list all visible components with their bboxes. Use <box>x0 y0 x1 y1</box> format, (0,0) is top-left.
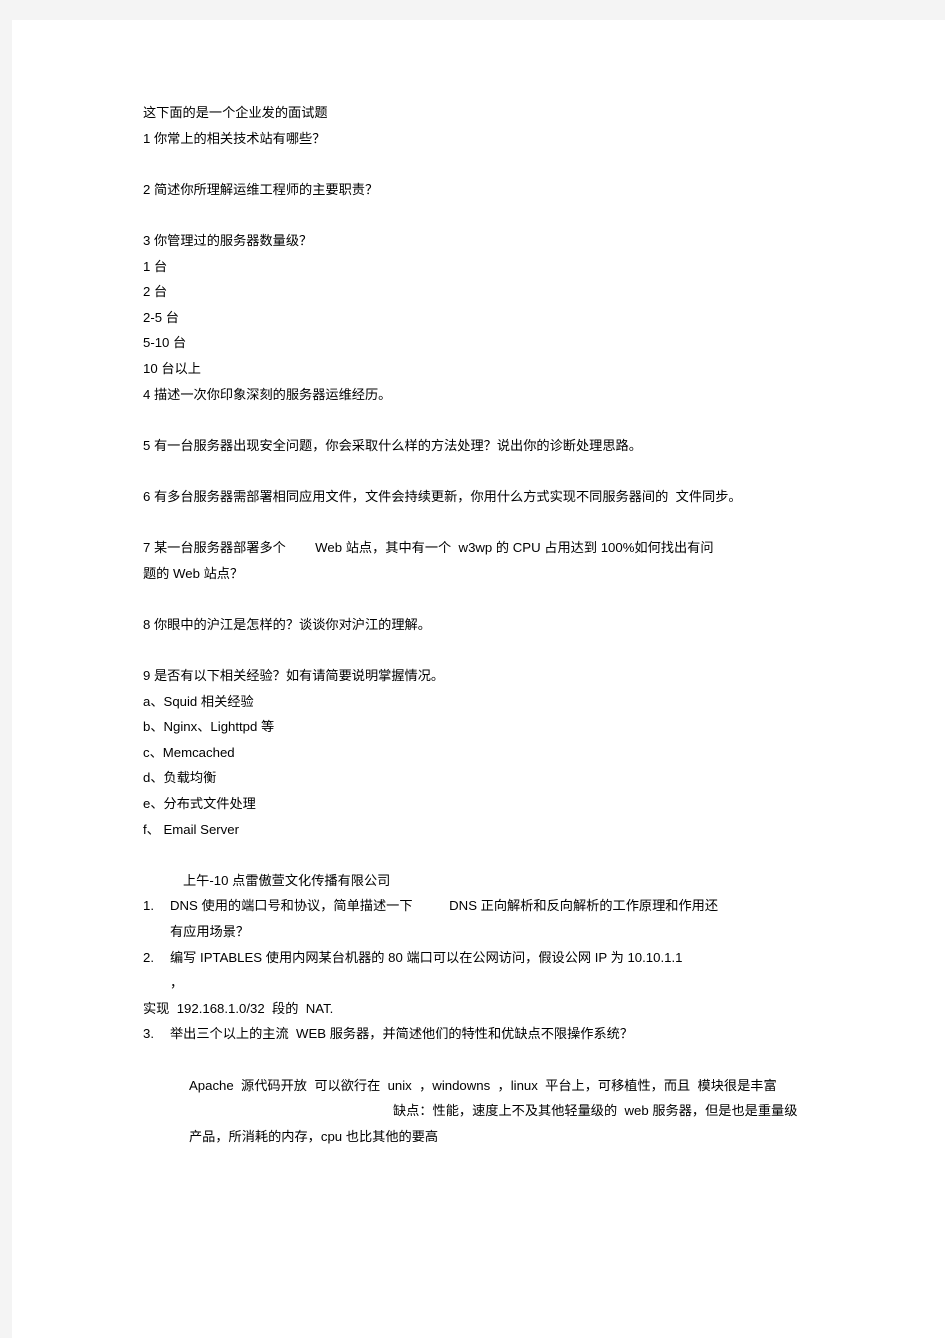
question-7-line-1: 7 某一台服务器部署多个 Web 站点，其中有一个 w3wp 的 CPU 占用达… <box>143 540 714 556</box>
document-page: 这下面的是一个企业发的面试题 1 你常上的相关技术站有哪些？ 2 简述你所理解运… <box>12 20 945 1338</box>
list-text: 举出三个以上的主流 WEB 服务器，并简述他们的特性和优缺点不限操作系统？ <box>170 1026 634 1042</box>
question-5: 5 有一台服务器出现安全问题，你会采取什么样的方法处理？说出你的诊断处理思路。 <box>143 437 642 453</box>
numbered-item-1-cont: 有应用场景？ <box>170 924 250 939</box>
apache-line-1: Apache 源代码开放 可以欲行在 unix ，windowns ，linux… <box>189 1077 777 1093</box>
question-3-option: 1 台 <box>143 258 168 274</box>
intro-line: 这下面的是一个企业发的面试题 <box>143 105 328 120</box>
numbered-item-3: 3. 举出三个以上的主流 WEB 服务器，并简述他们的特性和优缺点不限操作系统？ <box>143 1021 883 1047</box>
question-3-option: 2 台 <box>143 284 168 300</box>
nat-line: 实现 192.168.1.0/32 段的 NAT. <box>143 1000 334 1016</box>
question-9-option: d、负载均衡 <box>143 770 217 786</box>
document-body: 这下面的是一个企业发的面试题 1 你常上的相关技术站有哪些？ 2 简述你所理解运… <box>143 100 883 1149</box>
question-6: 6 有多台服务器需部署相同应用文件，文件会持续更新，你用什么方式实现不同服务器间… <box>143 488 742 504</box>
question-7-line-2: 题的 Web 站点？ <box>143 565 244 581</box>
question-3-option: 10 台以上 <box>143 360 201 376</box>
list-marker: 2. <box>143 949 154 965</box>
question-9-option: c、Memcached <box>143 744 235 760</box>
question-9-option: a、Squid 相关经验 <box>143 693 254 709</box>
apache-line-3: 产品，所消耗的内存，cpu 也比其他的要高 <box>189 1128 439 1144</box>
numbered-item-1: 1. DNS 使用的端口号和协议，简单描述一下 DNS 正向解析和反向解析的工作… <box>143 893 883 919</box>
company-line: 上午-10 点雷傲萱文化传播有限公司 <box>183 872 391 888</box>
question-9-option: e、分布式文件处理 <box>143 796 256 812</box>
list-marker: 1. <box>143 898 154 914</box>
question-8: 8 你眼中的沪江是怎样的？谈谈你对沪江的理解。 <box>143 616 431 632</box>
list-marker: 3. <box>143 1026 154 1042</box>
question-3-option: 2-5 台 <box>143 309 179 325</box>
apache-line-2: 缺点：性能，速度上不及其他轻量级的 web 服务器，但是也是重量级 <box>393 1103 798 1119</box>
question-9-option: b、Nginx、Lighttpd 等 <box>143 719 275 735</box>
question-1: 1 你常上的相关技术站有哪些？ <box>143 130 326 146</box>
question-3-option: 5-10 台 <box>143 335 187 351</box>
question-9: 9 是否有以下相关经验？如有请简要说明掌握情况。 <box>143 668 445 684</box>
list-text: 编写 IPTABLES 使用内网某台机器的 80 端口可以在公网访问，假设公网 … <box>170 949 683 965</box>
list-text: DNS 使用的端口号和协议，简单描述一下 DNS 正向解析和反向解析的工作原理和… <box>170 898 719 914</box>
question-3: 3 你管理过的服务器数量级？ <box>143 232 313 248</box>
numbered-item-2-cont: ， <box>170 975 184 991</box>
numbered-item-2: 2. 编写 IPTABLES 使用内网某台机器的 80 端口可以在公网访问，假设… <box>143 945 883 971</box>
question-4: 4 描述一次你印象深刻的服务器运维经历。 <box>143 386 392 402</box>
question-9-option: f、 Email Server <box>143 821 239 837</box>
question-2: 2 简述你所理解运维工程师的主要职责？ <box>143 181 379 197</box>
